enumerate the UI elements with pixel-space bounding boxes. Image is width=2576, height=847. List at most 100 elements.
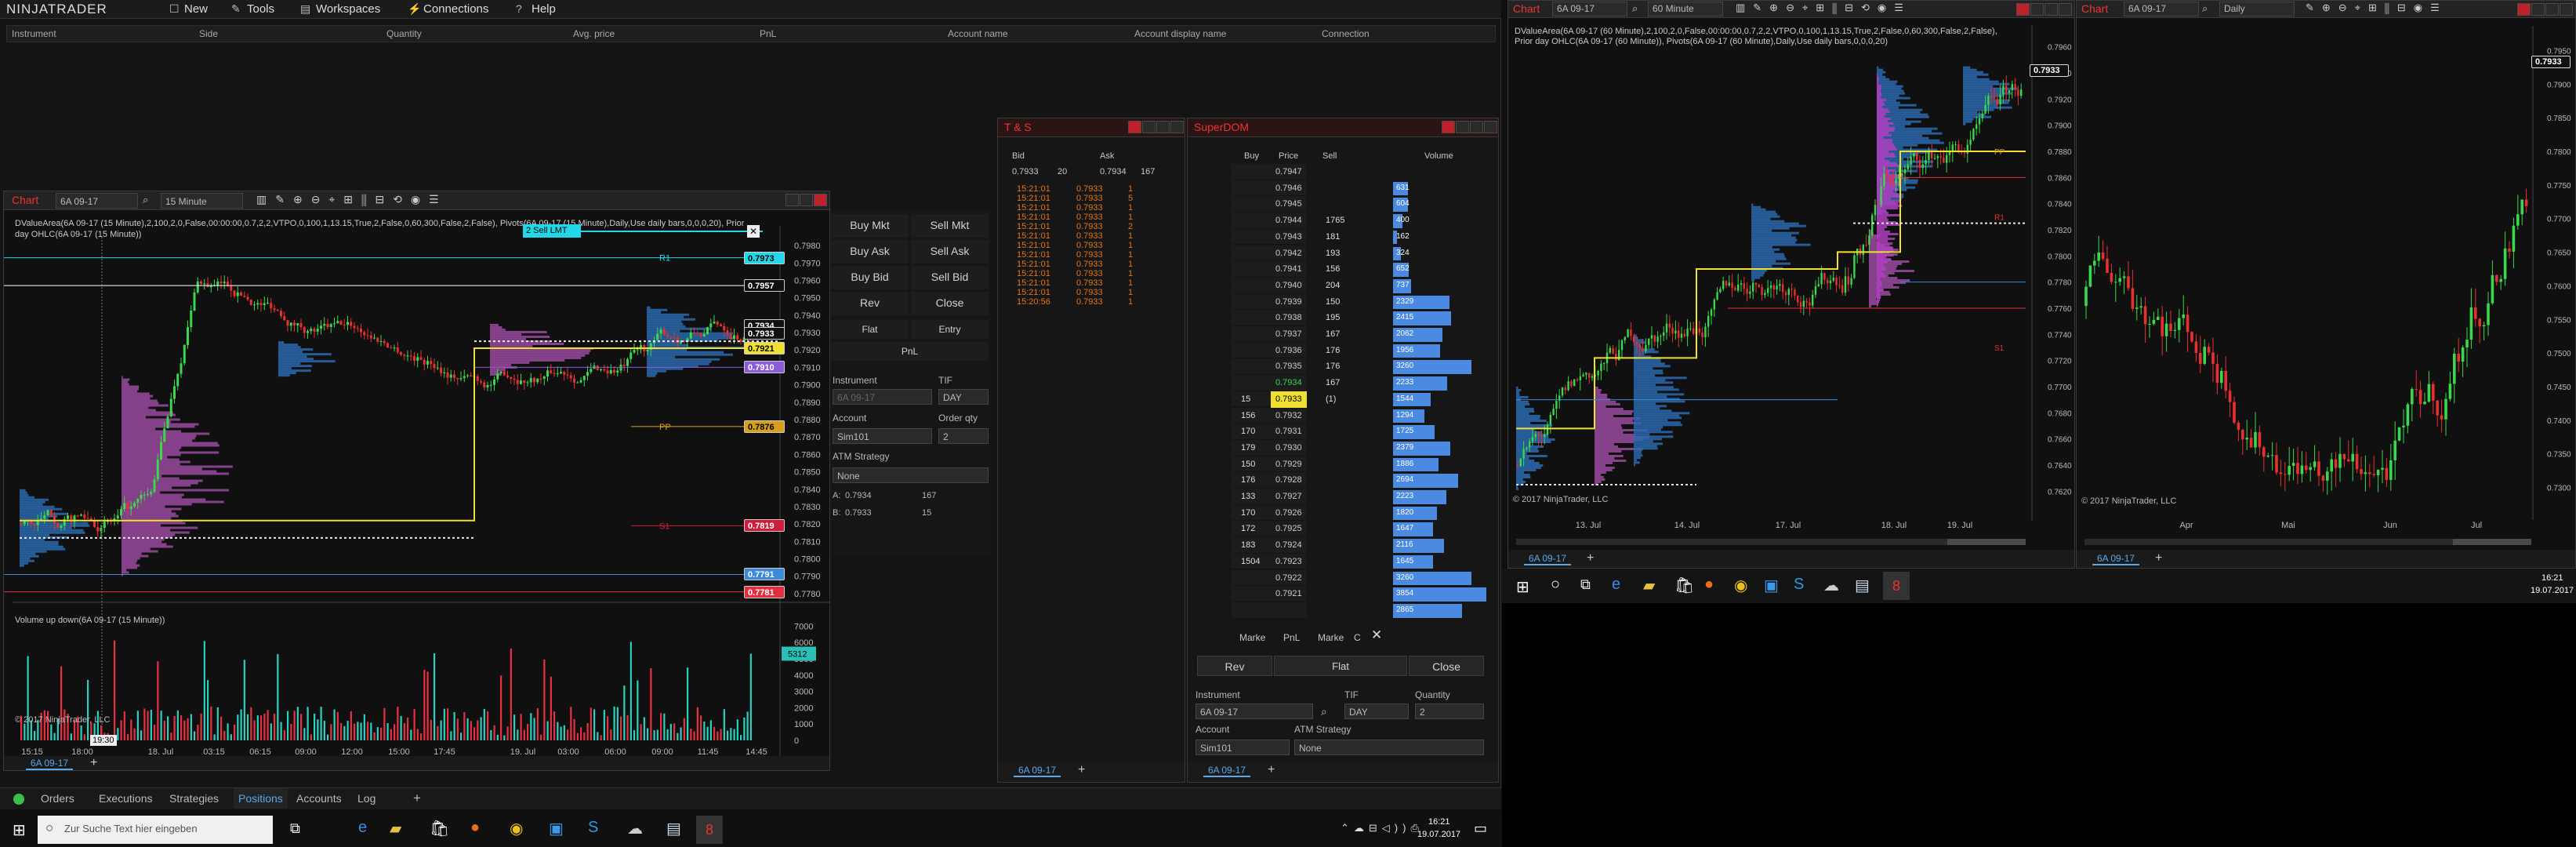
chart2-instrument-select[interactable]: 6A 09-17 <box>1552 2 1627 16</box>
chart2-search-icon[interactable]: ⌕ <box>1632 2 1638 15</box>
notifications-icon[interactable]: ▭ <box>1474 820 1487 837</box>
col-account-name[interactable]: Account name <box>948 26 1008 42</box>
chart1-instrument-select[interactable]: 6A 09-17 <box>56 193 138 209</box>
start-icon[interactable]: ⊞ <box>13 820 26 840</box>
tab-executions[interactable]: Executions <box>99 788 152 809</box>
chart3-min-icon[interactable] <box>2531 3 2545 16</box>
chart1-search-icon[interactable]: ⌕ <box>143 194 148 206</box>
chart1-plot[interactable]: 0.7980 0.7970 0.7960 0.7950 0.7940 0.7930 0.79… <box>4 210 830 771</box>
menu-tools[interactable]: Tools <box>247 2 274 16</box>
ts-close-icon[interactable] <box>1170 121 1184 133</box>
store-icon[interactable]: 🛍 <box>430 819 449 838</box>
chart2-close-icon[interactable] <box>2059 3 2072 16</box>
chart2-plot[interactable]: 0.79600.79400.79200.79000.78800.78600.78… <box>1508 18 2075 551</box>
start-icon-2[interactable]: ⊞ <box>1516 577 1529 597</box>
ts-tab[interactable]: 6A 09-17 <box>1014 765 1061 777</box>
chart2-toolbar-icons[interactable]: ▥✎⊕⊖⌖⊞⫼⊟⟲◉☰ <box>1736 2 1911 14</box>
superdom-row[interactable] <box>1232 602 1307 619</box>
network-icon-2[interactable]: ☁ <box>1823 576 1839 595</box>
ts-min-icon[interactable] <box>1142 121 1156 133</box>
close-button[interactable]: Close <box>911 292 989 315</box>
superdom-account-select[interactable]: Sim101 <box>1195 740 1290 755</box>
notes-icon-2[interactable]: ▤ <box>1855 576 1870 595</box>
ts-max-icon[interactable] <box>1156 121 1170 133</box>
superdom-market-buy-button[interactable]: Marke <box>1239 630 1265 645</box>
superdom-add-tab-icon[interactable]: + <box>1268 763 1275 777</box>
chart3-instrument-select[interactable]: 6A 09-17 <box>2124 2 2199 16</box>
chart3-interval-select[interactable]: Daily <box>2219 2 2295 16</box>
superdom-search-icon[interactable]: ⌕ <box>1321 705 1327 718</box>
explorer-icon-2[interactable]: ▰ <box>1643 576 1655 595</box>
tray-icons[interactable]: ⌃☁⊟◁))⎙ <box>1341 822 1424 834</box>
chart3-plot[interactable]: 0.7950 0.7900 0.7850 0.7800 0.7750 0.7700 0.76… <box>2077 18 2576 551</box>
col-instrument[interactable]: Instrument <box>12 26 56 42</box>
superdom-cancel-all-icon[interactable]: ✕ <box>1371 627 1382 643</box>
tab-positions[interactable]: Positions <box>234 788 288 809</box>
skype-icon[interactable]: S <box>588 819 598 837</box>
buy-mkt-button[interactable]: Buy Mkt <box>831 214 909 238</box>
chart2-add-tab-icon[interactable]: + <box>1587 551 1594 565</box>
search-placeholder[interactable]: Zur Suche Text hier eingeben <box>64 823 198 834</box>
superdom-pin-icon[interactable] <box>1442 121 1455 133</box>
edge-icon[interactable]: e <box>358 819 367 837</box>
col-account-display-name[interactable]: Account display name <box>1134 26 1226 42</box>
chart1-tab[interactable]: 6A 09-17 <box>26 758 74 770</box>
chart1-toolbar-icons[interactable]: ▥✎⊕⊖⌖⊞⫼⊟⟲◉☰ <box>256 193 448 206</box>
notes-icon[interactable]: ▤ <box>666 819 681 838</box>
tab-orders[interactable]: Orders <box>41 788 74 809</box>
app-icon-2[interactable]: ▣ <box>1764 576 1779 595</box>
add-tab-icon[interactable]: + <box>413 788 421 809</box>
firefox-icon-2[interactable]: ● <box>1704 576 1714 594</box>
chart3-pin-icon[interactable] <box>2517 3 2531 16</box>
ninjatrader-icon[interactable]: 8 <box>696 816 723 844</box>
superdom-cancel-button[interactable]: C <box>1354 630 1361 645</box>
network-app-icon[interactable]: ☁ <box>627 819 643 838</box>
ct-atm-select[interactable]: None <box>833 467 989 483</box>
tab-strategies[interactable]: Strategies <box>169 788 219 809</box>
superdom-atm-select[interactable]: None <box>1294 740 1484 755</box>
ct-instrument-select[interactable]: 6A 09-17 <box>833 389 932 405</box>
col-side[interactable]: Side <box>199 26 218 42</box>
sell-mkt-button[interactable]: Sell Mkt <box>911 214 989 238</box>
ct-qty-stepper[interactable]: 2 <box>938 428 989 444</box>
chart3-tab[interactable]: 6A 09-17 <box>2092 553 2140 565</box>
chart1-interval-select[interactable]: 15 Minute <box>161 193 243 209</box>
col-quantity[interactable]: Quantity <box>386 26 422 42</box>
chart2-tab[interactable]: 6A 09-17 <box>1524 553 1572 565</box>
chrome-icon[interactable]: ◉ <box>510 819 523 838</box>
menu-workspaces[interactable]: Workspaces <box>316 2 380 16</box>
sell-bid-button[interactable]: Sell Bid <box>911 266 989 289</box>
edge-icon-2[interactable]: e <box>1612 576 1620 594</box>
chart3-toolbar-icons[interactable]: ✎⊕⊖⌖⊞⫼⊟◉☰ <box>2306 2 2447 14</box>
superdom-tif-select[interactable]: DAY <box>1344 703 1409 719</box>
buy-bid-button[interactable]: Buy Bid <box>831 266 909 289</box>
menu-connections[interactable]: Connections <box>423 2 488 16</box>
chart1-add-tab-icon[interactable]: + <box>90 756 97 770</box>
taskview-icon[interactable]: ⧉ <box>290 820 300 837</box>
chart1-cancel-order-icon[interactable]: ✕ <box>747 225 760 238</box>
store-icon-2[interactable]: 🛍 <box>1674 576 1694 595</box>
app-icon[interactable]: ▣ <box>549 819 564 838</box>
tab-log[interactable]: Log <box>357 788 376 809</box>
superdom-min-icon[interactable] <box>1456 121 1469 133</box>
menu-help[interactable]: Help <box>532 2 556 16</box>
ct-tif-select[interactable]: DAY <box>938 389 989 405</box>
superdom-tab[interactable]: 6A 09-17 <box>1203 765 1251 777</box>
ninjatrader-icon-2[interactable]: 8 <box>1883 572 1910 600</box>
superdom-close-button[interactable]: Close <box>1409 656 1484 676</box>
chart2-max-icon[interactable] <box>2044 3 2058 16</box>
col-pnl[interactable]: PnL <box>760 26 776 42</box>
col-connection[interactable]: Connection <box>1322 26 1370 42</box>
chart3-close-icon[interactable] <box>2560 3 2573 16</box>
chrome-icon-2[interactable]: ◉ <box>1734 576 1747 595</box>
explorer-icon[interactable]: ▰ <box>390 819 401 838</box>
ct-account-select[interactable]: Sim101 <box>833 428 932 444</box>
sell-ask-button[interactable]: Sell Ask <box>911 240 989 264</box>
col-avg-price[interactable]: Avg. price <box>573 26 615 42</box>
chart1-max-icon[interactable] <box>800 194 813 206</box>
chart2-min-icon[interactable] <box>2030 3 2044 16</box>
superdom-qty-stepper[interactable]: 2 <box>1415 703 1484 719</box>
chart3-add-tab-icon[interactable]: + <box>2155 551 2162 565</box>
tab-accounts[interactable]: Accounts <box>296 788 342 809</box>
chart1-min-icon[interactable] <box>785 194 799 206</box>
